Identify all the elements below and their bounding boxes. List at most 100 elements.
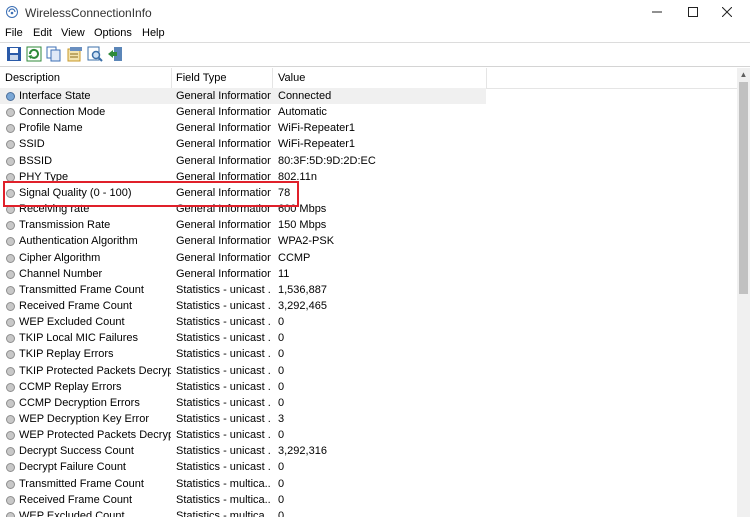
column-header-field-type[interactable]: Field Type: [176, 72, 227, 84]
scroll-thumb[interactable]: [739, 82, 748, 294]
column-header-value[interactable]: Value: [278, 72, 305, 84]
menu-edit[interactable]: Edit: [33, 27, 52, 39]
list-item[interactable]: WEP Decryption Key Error Statistics - uni…: [0, 411, 737, 427]
cell-description: TKIP Local MIC Failures: [19, 332, 139, 344]
cell-description: TKIP Protected Packets Decrypt...: [19, 365, 171, 377]
cell-field-type: Statistics - unicast ...: [176, 300, 271, 312]
properties-icon[interactable]: [67, 46, 83, 62]
cell-field-type: Statistics - unicast ...: [176, 445, 271, 457]
list-item[interactable]: Transmitted Frame Count Statistics - unic…: [0, 282, 737, 298]
status-dot-icon: [6, 318, 15, 327]
list-item[interactable]: WEP Excluded Count Statistics - multica..…: [0, 508, 737, 517]
status-dot-icon: [6, 399, 15, 408]
menu-view[interactable]: View: [61, 27, 85, 39]
cell-value: 0: [278, 478, 285, 490]
title-bar: WirelessConnectionInfo: [0, 0, 750, 24]
status-dot-icon: [6, 496, 15, 505]
cell-field-type: Statistics - multica...: [176, 510, 271, 517]
list-item[interactable]: Transmission Rate General Information 150 …: [0, 217, 737, 233]
cell-description: Decrypt Success Count: [19, 445, 134, 457]
list-item[interactable]: WEP Protected Packets Decrypt... Statisti…: [0, 427, 737, 443]
status-dot-icon: [6, 463, 15, 472]
save-icon[interactable]: [6, 46, 22, 62]
cell-description: Transmitted Frame Count: [19, 478, 144, 490]
cell-field-type: Statistics - unicast ...: [176, 429, 271, 441]
status-dot-icon: [6, 254, 15, 263]
list-item[interactable]: TKIP Replay Errors Statistics - unicast .…: [0, 346, 737, 362]
list-item[interactable]: Decrypt Success Count Statistics - unicas…: [0, 443, 737, 459]
copy-icon[interactable]: [46, 46, 62, 62]
cell-field-type: General Information: [176, 90, 271, 102]
cell-value: 3,292,316: [278, 445, 327, 457]
highlight-annotation: [3, 181, 299, 207]
status-dot-icon: [6, 140, 15, 149]
cell-field-type: Statistics - unicast ...: [176, 316, 271, 328]
cell-field-type: General Information: [176, 155, 271, 167]
menu-help[interactable]: Help: [142, 27, 165, 39]
app-wifi-icon: [6, 6, 18, 18]
list-item[interactable]: Received Frame Count Statistics - unicast…: [0, 298, 737, 314]
close-button[interactable]: [704, 0, 750, 24]
exit-icon[interactable]: [107, 46, 123, 62]
cell-description: CCMP Decryption Errors: [19, 397, 140, 409]
column-header-description[interactable]: Description: [5, 72, 60, 84]
cell-description: WEP Excluded Count: [19, 316, 125, 328]
cell-description: SSID: [19, 138, 45, 150]
list-item[interactable]: Cipher Algorithm General Information CCMP: [0, 250, 737, 266]
maximize-icon: [688, 7, 698, 17]
list-item[interactable]: Connection Mode General Information Automa…: [0, 104, 737, 120]
cell-field-type: Statistics - unicast ...: [176, 381, 271, 393]
menu-file[interactable]: File: [5, 27, 23, 39]
cell-description: Connection Mode: [19, 106, 106, 118]
cell-description: Interface State: [19, 90, 91, 102]
cell-description: Decrypt Failure Count: [19, 461, 126, 473]
column-divider[interactable]: [486, 68, 487, 88]
cell-value: 11: [278, 268, 290, 280]
column-divider[interactable]: [171, 68, 172, 88]
cell-description: BSSID: [19, 155, 53, 167]
cell-value: 0: [278, 494, 285, 506]
cell-value: 0: [278, 397, 285, 409]
list-item[interactable]: Interface State General Information Connec…: [0, 88, 486, 104]
cell-description: Transmitted Frame Count: [19, 284, 144, 296]
status-dot-icon: [6, 480, 15, 489]
list-item[interactable]: BSSID General Information 80:3F:5D:9D:2D:E…: [0, 153, 737, 169]
cell-description: WEP Decryption Key Error: [19, 413, 150, 425]
toolbar: [0, 43, 750, 65]
cell-description: WEP Excluded Count: [19, 510, 125, 517]
status-dot-icon: [6, 415, 15, 424]
cell-description: Received Frame Count: [19, 300, 133, 312]
list-item[interactable]: Authentication Algorithm General Informat…: [0, 233, 737, 249]
cell-value: 0: [278, 381, 285, 393]
list-item[interactable]: CCMP Replay Errors Statistics - unicast .…: [0, 379, 737, 395]
list-item[interactable]: SSID General Information WiFi-Repeater1: [0, 136, 737, 152]
cell-value: 80:3F:5D:9D:2D:EC: [278, 155, 376, 167]
cell-description: Transmission Rate: [19, 219, 111, 231]
list-item[interactable]: Received Frame Count Statistics - multica…: [0, 492, 737, 508]
toolbar-separator: [0, 66, 750, 67]
status-dot-icon: [6, 286, 15, 295]
cell-value: 0: [278, 429, 285, 441]
status-dot-icon: [6, 270, 15, 279]
cell-field-type: Statistics - unicast ...: [176, 332, 271, 344]
cell-value: 0: [278, 348, 285, 360]
list-item[interactable]: WEP Excluded Count Statistics - unicast .…: [0, 314, 737, 330]
cell-field-type: Statistics - unicast ...: [176, 461, 271, 473]
menu-options[interactable]: Options: [94, 27, 132, 39]
refresh-icon[interactable]: [26, 46, 42, 62]
status-dot-icon: [6, 512, 15, 517]
scroll-up-arrow-icon[interactable]: ▲: [737, 68, 750, 81]
cell-value: 0: [278, 365, 285, 377]
column-divider[interactable]: [272, 68, 273, 88]
list-item[interactable]: TKIP Protected Packets Decrypt... Statist…: [0, 363, 737, 379]
list-item[interactable]: Decrypt Failure Count Statistics - unicas…: [0, 459, 737, 475]
list-item[interactable]: TKIP Local MIC Failures Statistics - unic…: [0, 330, 737, 346]
find-icon[interactable]: [87, 46, 103, 62]
list-item[interactable]: Channel Number General Information 11: [0, 266, 737, 282]
list-item[interactable]: Transmitted Frame Count Statistics - mult…: [0, 476, 737, 492]
cell-field-type: General Information: [176, 106, 271, 118]
list-item[interactable]: CCMP Decryption Errors Statistics - unica…: [0, 395, 737, 411]
list-item[interactable]: Profile Name General Information WiFi-Repe…: [0, 120, 737, 136]
cell-description: Received Frame Count: [19, 494, 133, 506]
vertical-scrollbar[interactable]: ▲: [737, 68, 750, 517]
